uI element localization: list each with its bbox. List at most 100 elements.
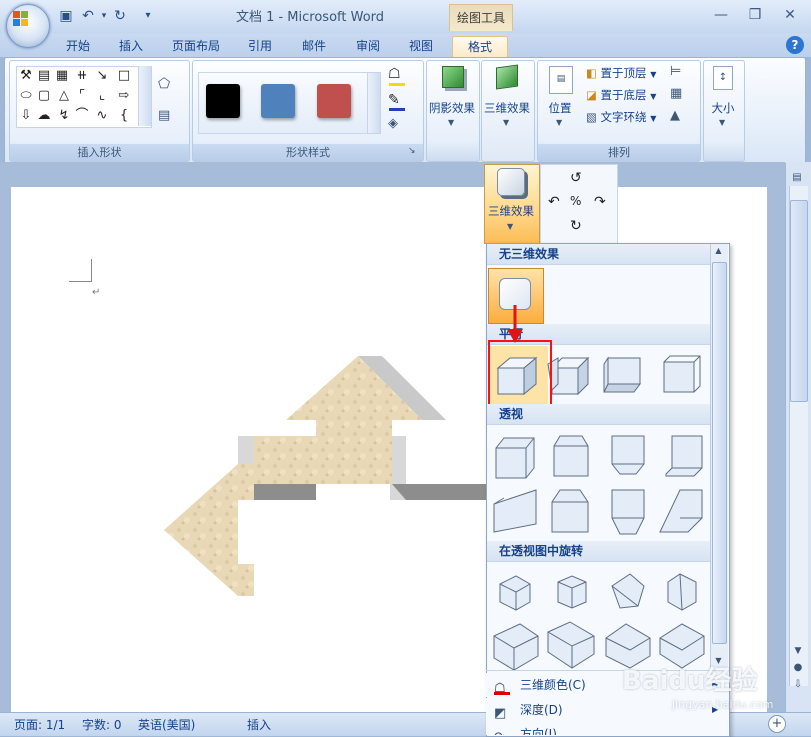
browse-object-icon[interactable]: ● <box>790 662 806 673</box>
tilt-up-icon[interactable]: ↺ <box>570 170 582 186</box>
shapes-gallery[interactable]: ⚒ ▤ ▦ ⧺ ↘ □ ⬭ ▢ △ ⌜ ⌞ ⇨ ⇩ ☁ ↯ ⌒ ∿ { { <box>16 66 152 128</box>
vertical-scroll-thumb[interactable] <box>790 200 808 402</box>
shape-vertical-textbox-icon[interactable]: ▦ <box>55 69 69 83</box>
shape-rectangle-icon[interactable]: □ <box>117 69 131 83</box>
fill-color-bar <box>389 83 405 86</box>
shape-arrow-line-icon[interactable]: ↘ <box>95 69 109 83</box>
view-ruler-icon[interactable]: ▤ <box>789 172 805 186</box>
perspective-cube-7[interactable] <box>611 489 645 535</box>
minimize-button[interactable]: — <box>710 6 732 24</box>
shadow-effects-icon[interactable] <box>442 66 464 88</box>
position-button[interactable]: 位置 <box>540 100 580 116</box>
perspective-cube-1[interactable] <box>495 437 535 479</box>
bring-to-front-dropdown-icon: ▼ <box>650 70 657 79</box>
help-icon[interactable]: ? <box>786 36 804 54</box>
style-swatch-black[interactable] <box>206 84 240 118</box>
rotation-cube-6[interactable] <box>547 621 595 669</box>
arrow-shape[interactable] <box>160 350 490 600</box>
shape-curve-icon[interactable]: ∿ <box>95 109 109 123</box>
gallery-scroll-up-icon[interactable]: ▲ <box>712 246 725 255</box>
gallery-scroll-thumb[interactable] <box>712 262 727 644</box>
tab-review[interactable]: 审阅 <box>348 36 388 58</box>
tab-references[interactable]: 引用 <box>240 36 280 58</box>
shape-block-arrow-icon[interactable]: ⇨ <box>117 89 131 103</box>
style-swatch-red[interactable] <box>317 84 351 118</box>
tab-format[interactable]: 格式 <box>452 36 508 59</box>
shapes-gallery-scroll[interactable] <box>138 66 151 126</box>
shape-textbox-icon[interactable]: ▤ <box>37 69 51 83</box>
styles-gallery-scroll[interactable] <box>367 72 381 134</box>
shadow-effects-button[interactable]: 阴影效果 <box>426 100 478 116</box>
rotate-icon[interactable]: ▲ <box>670 108 690 123</box>
3d-toggle-icon[interactable]: % <box>570 194 581 208</box>
scroll-down-arrow-icon[interactable]: ▼ <box>790 646 806 656</box>
status-mode[interactable]: 插入 <box>247 716 271 733</box>
perspective-cube-4[interactable] <box>665 435 703 477</box>
shape-oval-icon[interactable]: ⬭ <box>19 89 33 103</box>
3d-effects-button[interactable]: 三维效果 <box>481 100 533 116</box>
arrow-extrusion-bottom-right <box>392 484 490 500</box>
perspective-cube-3[interactable] <box>611 435 645 475</box>
menu-item-3d-color-label: 三维颜色(C) <box>520 678 586 692</box>
watermark-logo: Baidu经验 <box>622 666 758 696</box>
status-page[interactable]: 页面: 1/1 <box>14 716 65 733</box>
menu-item-direction[interactable]: ⟳ 方向(I) <box>486 722 728 735</box>
rotation-cube-3[interactable] <box>611 573 645 609</box>
rotation-cube-2[interactable] <box>557 575 587 609</box>
tilt-right-icon[interactable]: ↷ <box>594 194 606 210</box>
parallel-cube-3[interactable] <box>603 356 641 393</box>
shape-rounded-rect-icon[interactable]: ▢ <box>37 89 51 103</box>
fill-color-icon[interactable]: ☖ <box>388 66 408 84</box>
shape-elbow-icon[interactable]: ⌞ <box>95 89 109 103</box>
group-label-shape-styles: 形状样式 <box>193 144 423 161</box>
shape-lightning-icon[interactable]: ↯ <box>57 109 71 123</box>
tab-view[interactable]: 视图 <box>401 36 441 58</box>
paragraph-mark: ↵ <box>92 287 101 298</box>
dialog-launcher-icon[interactable]: ↘ <box>408 146 418 156</box>
perspective-cube-5[interactable] <box>493 489 537 533</box>
rotation-cube-5[interactable] <box>493 623 539 671</box>
restore-button[interactable]: ❒ <box>744 6 766 24</box>
position-icon[interactable]: ▤ <box>549 66 573 94</box>
tab-page-layout[interactable]: 页面布局 <box>166 36 226 58</box>
tilt-down-icon[interactable]: ↻ <box>570 218 582 234</box>
edit-shape-icon[interactable]: ⬠ <box>158 76 178 92</box>
shape-down-arrow-icon[interactable]: ⇩ <box>19 109 33 123</box>
add-textbox-icon[interactable]: ▤ <box>158 108 178 124</box>
size-icon[interactable]: ↕ <box>713 66 733 90</box>
status-words[interactable]: 字数: 0 <box>82 716 122 733</box>
parallel-cube-2[interactable] <box>547 356 590 396</box>
style-swatch-blue[interactable] <box>261 84 295 118</box>
shape-line-icon[interactable]: ⧺ <box>75 69 89 83</box>
shape-triangle-icon[interactable]: △ <box>57 89 71 103</box>
next-page-icon[interactable]: ⇩ <box>790 679 806 690</box>
menu-item-depth-label: 深度(D) <box>520 703 563 717</box>
shape-brace-icon[interactable]: { <box>117 109 131 123</box>
perspective-cube-8[interactable] <box>659 489 703 533</box>
zoom-in-icon[interactable]: + <box>768 715 786 733</box>
shape-arc-icon[interactable]: ⌒ <box>75 109 89 123</box>
rotation-cube-1[interactable] <box>499 575 531 611</box>
shape-drawing-icon[interactable]: ⚒ <box>19 69 33 83</box>
size-button[interactable]: 大小 <box>703 100 743 116</box>
change-shape-icon[interactable]: ◈ <box>388 116 408 134</box>
shape-connector-icon[interactable]: ⌜ <box>75 89 89 103</box>
parallel-cube-4[interactable] <box>663 355 701 393</box>
3d-effects-icon[interactable] <box>496 64 518 90</box>
perspective-cube-6[interactable] <box>551 489 589 533</box>
perspective-cube-2[interactable] <box>553 435 589 477</box>
status-language[interactable]: 英语(美国) <box>138 716 195 733</box>
group-label-insert-shapes: 插入形状 <box>10 144 189 161</box>
group-objects-icon[interactable]: ▦ <box>670 86 690 101</box>
shape-cloud-icon[interactable]: ☁ <box>37 109 51 123</box>
group-label-arrange: 排列 <box>538 144 700 161</box>
close-button[interactable]: ✕ <box>779 6 801 24</box>
tilt-left-icon[interactable]: ↶ <box>548 194 560 210</box>
tab-home[interactable]: 开始 <box>58 36 98 58</box>
tab-insert[interactable]: 插入 <box>111 36 151 58</box>
rotation-cube-4[interactable] <box>667 573 697 611</box>
align-icon[interactable]: ⊨ <box>670 64 690 79</box>
arrow-face <box>164 356 422 596</box>
tab-mailings[interactable]: 邮件 <box>294 36 334 58</box>
direction-icon: ⟳ <box>494 726 510 735</box>
